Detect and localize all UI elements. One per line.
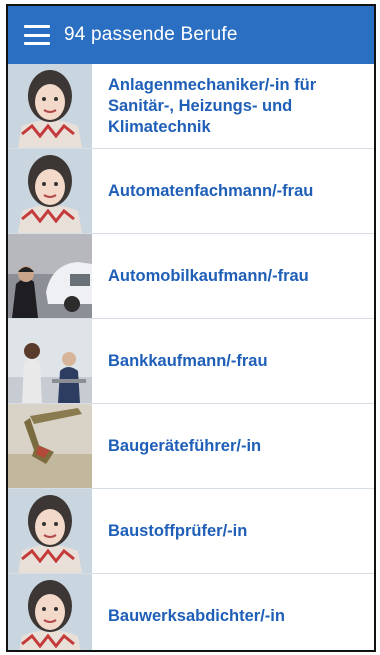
app-frame: 94 passende Berufe Anlagenmechaniker/-in… [6,4,376,652]
app-header: 94 passende Berufe [8,6,374,64]
job-label: Bauwerksabdichter/-in [108,606,285,625]
list-item[interactable]: Bauwerksabdichter/-in [8,574,374,650]
list-item[interactable]: Baugeräteführer/-in [8,404,374,489]
illustrated-girl-thumbnail [8,574,92,650]
list-item[interactable]: Automatenfachmann/-frau [8,149,374,234]
hamburger-menu-icon[interactable] [24,25,50,45]
job-label: Automatenfachmann/-frau [108,181,314,200]
list-item[interactable]: Baustoffprüfer/-in [8,489,374,574]
job-label: Baustoffprüfer/-in [108,521,248,540]
list-item[interactable]: Anlagenmechaniker/-in für Sanitär-, Heiz… [8,64,374,149]
job-label: Automobilkaufmann/-frau [108,266,309,285]
job-label: Bankkaufmann/-frau [108,351,268,370]
page-title: 94 passende Berufe [64,24,238,45]
illustrated-girl-thumbnail [8,149,92,233]
illustrated-girl-thumbnail [8,489,92,573]
app-screen: 94 passende Berufe Anlagenmechaniker/-in… [0,0,380,655]
job-label: Baugeräteführer/-in [108,436,262,455]
excavator-photo-thumbnail [8,404,92,488]
car-dealer-photo-thumbnail [8,234,92,318]
list-item[interactable]: Automobilkaufmann/-frau [8,234,374,319]
job-label: Anlagenmechaniker/-in für Sanitär-, Heiz… [108,75,317,136]
list-item[interactable]: Bankkaufmann/-frau [8,319,374,404]
bank-counter-photo-thumbnail [8,319,92,403]
job-list: Anlagenmechaniker/-in für Sanitär-, Heiz… [8,64,374,650]
illustrated-girl-thumbnail [8,64,92,148]
